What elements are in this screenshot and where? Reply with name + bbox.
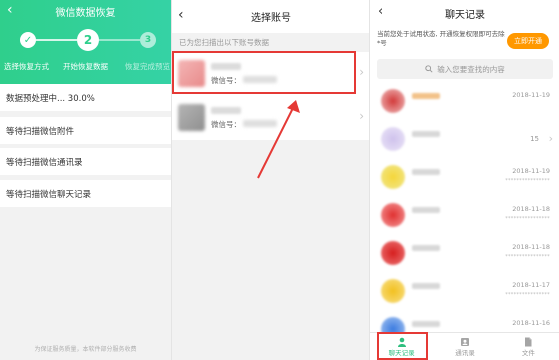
scan-hint: 已为您扫描出以下账号数据 bbox=[179, 38, 269, 47]
chat-time: 2018-11-18 bbox=[512, 243, 550, 251]
chat-list-item[interactable]: 2018-11-17 **************** bbox=[370, 276, 559, 307]
tab-contacts[interactable]: 通讯录 bbox=[433, 333, 496, 360]
chevron-right-icon: › bbox=[548, 132, 553, 145]
chat-list-item[interactable]: 15 › bbox=[370, 124, 559, 155]
avatar bbox=[381, 127, 405, 151]
chat-name-blurred bbox=[412, 283, 440, 289]
account-highlight-box bbox=[172, 51, 356, 94]
chat-list-item[interactable]: 2018-11-18 **************** bbox=[370, 238, 559, 269]
chat-count: 15 bbox=[530, 135, 539, 143]
trial-notice: 当前您处于试用状态, 开通恢复权限即可去除*号 bbox=[377, 30, 505, 47]
chat-time: 2018-11-19 bbox=[512, 167, 550, 175]
avatar bbox=[381, 279, 405, 303]
account-name-blurred bbox=[211, 107, 241, 114]
account-item[interactable]: 微信号： › bbox=[172, 96, 369, 140]
avatar bbox=[381, 89, 405, 113]
step-3-label: 恢复完成预览 bbox=[125, 62, 170, 71]
avatar bbox=[178, 104, 205, 131]
avatar bbox=[381, 203, 405, 227]
step-connector bbox=[99, 39, 140, 41]
avatar bbox=[381, 241, 405, 265]
chat-time: 2018-11-17 bbox=[512, 281, 550, 289]
step-1-label: 选择恢复方式 bbox=[4, 62, 49, 71]
step-1-check-icon: ✓ bbox=[20, 32, 36, 48]
chat-list-item[interactable]: 2018-11-19 bbox=[370, 86, 559, 117]
status-row-chat-history: 等待扫描微信聊天记录 bbox=[0, 180, 171, 207]
chat-records-panel: ‹ 聊天记录 当前您处于试用状态, 开通恢复权限即可去除*号 立即开通 输入您要… bbox=[369, 0, 559, 360]
chat-name-blurred bbox=[412, 93, 440, 99]
page-title: 聊天记录 bbox=[445, 10, 485, 21]
step-3-indicator: 3 bbox=[140, 32, 156, 48]
recovery-progress-panel: ‹ 微信数据恢复 ✓ 2 3 选择恢复方式 开始恢复数据 恢复完成预览 数据预处… bbox=[0, 0, 171, 360]
step-connector bbox=[36, 39, 77, 41]
chat-time: 2018-11-19 bbox=[512, 91, 550, 99]
recovery-header: ‹ 微信数据恢复 ✓ 2 3 选择恢复方式 开始恢复数据 恢复完成预览 bbox=[0, 0, 171, 84]
chevron-right-icon: › bbox=[359, 109, 364, 123]
chat-time: 2018-11-18 bbox=[512, 205, 550, 213]
open-now-button[interactable]: 立即开通 bbox=[507, 33, 549, 49]
step-2-indicator: 2 bbox=[77, 29, 99, 51]
avatar bbox=[381, 165, 405, 189]
contacts-icon bbox=[460, 337, 469, 346]
tab-files[interactable]: 文件 bbox=[497, 333, 559, 360]
wechat-id-blurred bbox=[243, 120, 277, 127]
file-icon bbox=[525, 337, 532, 346]
chat-name-blurred bbox=[412, 321, 440, 327]
footer-note: 为保证服务质量，本软件部分服务收费 bbox=[34, 346, 137, 353]
chat-list-item[interactable]: 2018-11-18 **************** bbox=[370, 200, 559, 231]
chevron-right-icon: › bbox=[359, 65, 364, 79]
select-account-header: ‹ 选择账号 bbox=[172, 0, 369, 33]
chat-name-blurred bbox=[412, 207, 440, 213]
page-title: 选择账号 bbox=[251, 13, 291, 24]
chat-time: 2018-11-16 bbox=[512, 319, 550, 327]
progress-status: 数据预处理中... 30.0% bbox=[0, 84, 171, 111]
status-row-contacts: 等待扫描微信通讯录 bbox=[0, 148, 171, 175]
status-row-attachments: 等待扫描微信附件 bbox=[0, 117, 171, 144]
chat-preview-masked: **************** bbox=[505, 216, 550, 222]
tab-highlight-box bbox=[377, 332, 428, 360]
chat-records-header: ‹ 聊天记录 bbox=[370, 0, 559, 24]
chat-preview-masked: **************** bbox=[505, 292, 550, 298]
search-icon bbox=[425, 65, 433, 73]
chat-name-blurred bbox=[412, 245, 440, 251]
wechat-id-label: 微信号： bbox=[211, 120, 241, 129]
step-2-label: 开始恢复数据 bbox=[63, 62, 108, 71]
chat-preview-masked: **************** bbox=[505, 254, 550, 260]
tab-label: 通讯录 bbox=[455, 348, 475, 357]
chat-name-blurred bbox=[412, 131, 440, 137]
chat-list-item[interactable]: 2018-11-19 **************** bbox=[370, 162, 559, 193]
chat-name-blurred bbox=[412, 169, 440, 175]
chat-preview-masked: **************** bbox=[505, 178, 550, 184]
search-placeholder: 输入您要查找的内容 bbox=[437, 64, 505, 74]
search-input[interactable]: 输入您要查找的内容 bbox=[377, 59, 553, 79]
page-title: 微信数据恢复 bbox=[55, 8, 116, 19]
tab-label: 文件 bbox=[521, 348, 535, 357]
